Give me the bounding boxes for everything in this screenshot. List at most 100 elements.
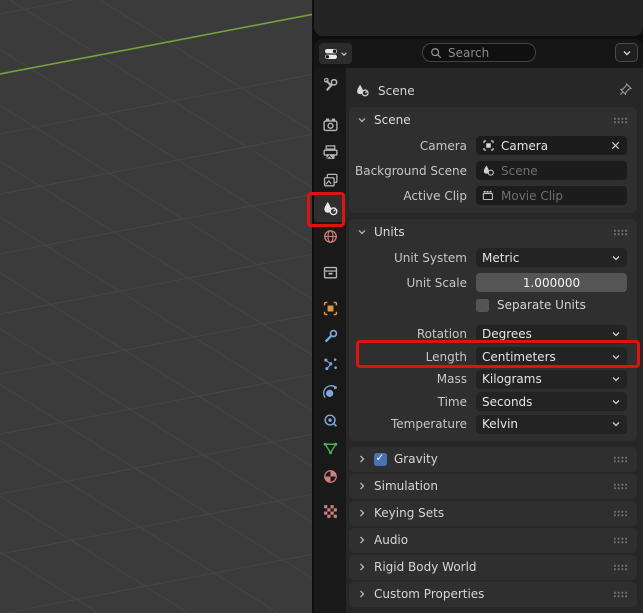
chevron-expanded-icon xyxy=(357,227,367,237)
panel-gravity[interactable]: Gravity xyxy=(349,447,637,472)
field-label: Active Clip xyxy=(349,189,467,203)
dropdown-value: Kilograms xyxy=(482,372,542,386)
tab-modifiers[interactable] xyxy=(314,322,346,350)
panel-drag-handle[interactable] xyxy=(613,537,628,544)
tab-constraints[interactable] xyxy=(314,406,346,434)
chevron-down-icon xyxy=(611,397,621,407)
field-label: Length xyxy=(349,350,467,364)
camera-field[interactable]: Camera xyxy=(476,136,627,155)
chevron-collapsed-icon xyxy=(357,454,367,464)
time-dropdown[interactable]: Seconds xyxy=(476,392,627,411)
collection-icon xyxy=(322,264,339,281)
field-label: Mass xyxy=(349,372,467,386)
panel-rigid-body-world[interactable]: Rigid Body World xyxy=(349,555,637,580)
view-layer-icon xyxy=(322,172,339,189)
panel-audio[interactable]: Audio xyxy=(349,528,637,553)
blender-window: Search xyxy=(0,0,643,613)
panel-title: Scene xyxy=(374,113,411,127)
properties-editor-icon xyxy=(324,47,339,61)
right-editors: Search xyxy=(312,0,643,613)
panel-drag-handle[interactable] xyxy=(613,591,628,598)
tab-world[interactable] xyxy=(314,222,346,250)
field-label: Unit Scale xyxy=(349,276,467,290)
tab-material[interactable] xyxy=(314,462,346,490)
length-dropdown[interactable]: Centimeters xyxy=(476,347,627,366)
properties-tab-column xyxy=(314,68,346,613)
world-icon xyxy=(322,228,339,245)
render-icon xyxy=(322,116,339,133)
slider-value: 1.000000 xyxy=(523,276,580,290)
dropdown-value: Degrees xyxy=(482,327,532,341)
chevron-collapsed-icon xyxy=(357,535,367,545)
tab-tool[interactable] xyxy=(314,71,346,99)
texture-icon xyxy=(322,503,339,520)
panel-title: Units xyxy=(374,225,405,239)
object-icon xyxy=(322,300,339,317)
3d-viewport[interactable] xyxy=(0,0,312,613)
search-icon xyxy=(430,47,442,59)
panel-units: Units Unit System Metric Unit Scale xyxy=(349,219,637,441)
panel-drag-handle[interactable] xyxy=(613,117,628,124)
search-input[interactable]: Search xyxy=(422,43,536,62)
tab-object[interactable] xyxy=(314,294,346,322)
tab-render[interactable] xyxy=(314,110,346,138)
background-scene-field[interactable]: Scene xyxy=(476,161,627,180)
unit-system-dropdown[interactable]: Metric xyxy=(476,248,627,267)
panel-title: Custom Properties xyxy=(374,587,484,601)
panel-title: Rigid Body World xyxy=(374,560,477,574)
chevron-down-icon xyxy=(611,419,621,429)
panel-units-header[interactable]: Units xyxy=(349,219,637,245)
scene-icon xyxy=(482,164,495,177)
separate-units-checkbox[interactable] xyxy=(476,299,489,312)
panel-simulation[interactable]: Simulation xyxy=(349,474,637,499)
editor-type-button[interactable] xyxy=(319,43,352,64)
tab-particles[interactable] xyxy=(314,350,346,378)
temperature-dropdown[interactable]: Kelvin xyxy=(476,415,627,434)
field-label: Temperature xyxy=(349,417,467,431)
field-label: Time xyxy=(349,395,467,409)
mass-dropdown[interactable]: Kilograms xyxy=(476,370,627,389)
tab-scene[interactable] xyxy=(314,194,346,222)
movie-clip-icon xyxy=(482,189,495,202)
panel-drag-handle[interactable] xyxy=(613,564,628,571)
chevron-down-icon xyxy=(622,48,632,58)
panel-drag-handle[interactable] xyxy=(613,510,628,517)
tab-view-layer[interactable] xyxy=(314,166,346,194)
panel-custom-properties[interactable]: Custom Properties xyxy=(349,582,637,607)
chevron-down-icon xyxy=(611,329,621,339)
properties-header: Search xyxy=(314,39,643,68)
panel-keying-sets[interactable]: Keying Sets xyxy=(349,501,637,526)
header-dropdown-button[interactable] xyxy=(615,43,638,62)
camera-field-value: Camera xyxy=(501,139,548,153)
dropdown-value: Centimeters xyxy=(482,350,556,364)
chevron-collapsed-icon xyxy=(357,508,367,518)
chevron-expanded-icon xyxy=(357,115,367,125)
output-icon xyxy=(322,144,339,161)
chevron-down-icon xyxy=(611,352,621,362)
pin-icon[interactable] xyxy=(618,82,633,100)
field-label: Camera xyxy=(349,139,467,153)
properties-editor: Search xyxy=(314,39,643,613)
unit-scale-slider[interactable]: 1.000000 xyxy=(476,273,627,292)
clear-icon[interactable] xyxy=(610,140,621,151)
panel-title: Simulation xyxy=(374,479,438,493)
tab-object-data[interactable] xyxy=(314,434,346,462)
panel-drag-handle[interactable] xyxy=(613,229,628,236)
tab-physics[interactable] xyxy=(314,378,346,406)
particles-icon xyxy=(322,356,339,373)
rotation-dropdown[interactable]: Degrees xyxy=(476,325,627,344)
tab-output[interactable] xyxy=(314,138,346,166)
panel-scene-header[interactable]: Scene xyxy=(349,107,637,133)
panel-scene: Scene Camera xyxy=(349,107,637,213)
y-axis-line xyxy=(0,11,312,74)
gravity-checkbox[interactable] xyxy=(374,453,387,466)
object-data-icon xyxy=(322,440,339,457)
panel-drag-handle[interactable] xyxy=(613,456,628,463)
active-clip-field[interactable]: Movie Clip xyxy=(476,186,627,205)
field-label: Rotation xyxy=(349,327,467,341)
tab-collection[interactable] xyxy=(314,258,346,286)
panel-drag-handle[interactable] xyxy=(613,483,628,490)
tab-texture[interactable] xyxy=(314,497,346,525)
scene-icon xyxy=(322,200,339,217)
wrench-icon xyxy=(322,328,339,345)
